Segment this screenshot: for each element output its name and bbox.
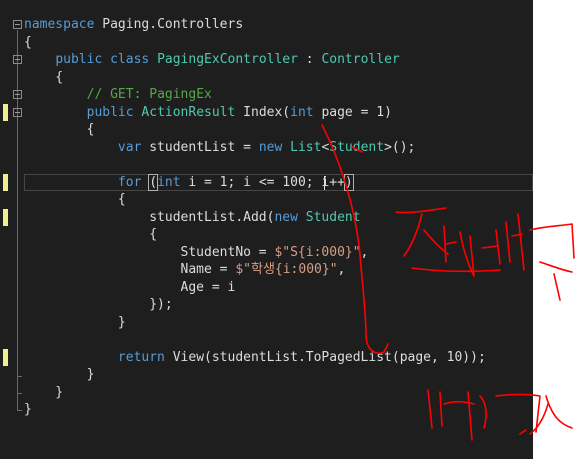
code-token: for: [117, 174, 142, 190]
code-line[interactable]: }: [24, 384, 63, 402]
code-line[interactable]: Age = i: [24, 279, 236, 297]
code-token: PagingExController: [157, 52, 298, 67]
code-line[interactable]: // GET: PagingEx: [24, 86, 212, 104]
code-token: $"학생{i:000}": [235, 262, 338, 277]
code-line[interactable]: for (int i = 1; i <= 100; i++): [24, 173, 354, 192]
code-token: Name =: [24, 262, 236, 277]
change-marker: [3, 173, 8, 191]
change-marker: [3, 208, 8, 226]
class-fold-end: [17, 393, 22, 394]
code-token: Student: [305, 209, 361, 225]
code-line[interactable]: }: [24, 366, 95, 384]
code-token: Controller: [321, 52, 400, 67]
code-line[interactable]: StudentNo = $"S{i:000}",: [24, 244, 369, 262]
code-token: // GET: PagingEx: [86, 87, 212, 102]
code-token: studentList.Add(: [24, 209, 275, 225]
code-token: }: [24, 367, 95, 382]
code-token: :: [297, 52, 322, 67]
code-line[interactable]: }: [24, 401, 32, 419]
code-token: }: [24, 384, 64, 400]
code-line[interactable]: public ActionResult Index(int page = 1): [24, 104, 392, 122]
code-token: Age = i: [24, 279, 236, 295]
code-line[interactable]: namespace Paging.Controllers: [24, 16, 243, 34]
code-token: Student: [329, 139, 385, 155]
code-token: {: [24, 227, 158, 242]
code-editor[interactable]: namespace Paging.Controllers{ public cla…: [0, 0, 533, 459]
change-marker: [3, 103, 8, 121]
change-marker: [3, 348, 8, 366]
method-fold-end: [17, 376, 22, 377]
code-line[interactable]: {: [24, 121, 95, 139]
code-token: public: [86, 104, 134, 120]
code-token: class: [110, 52, 150, 67]
code-token: var: [117, 139, 142, 155]
method-fold-guide: [17, 118, 18, 376]
code-line[interactable]: {: [24, 69, 63, 87]
code-token: }: [24, 402, 32, 417]
text-caret: [324, 176, 325, 190]
code-token: {: [24, 34, 32, 50]
code-token: ): [343, 173, 354, 191]
collapse-class-icon[interactable]: [13, 55, 22, 64]
collapse-namespace-icon[interactable]: [13, 20, 22, 29]
code-token: {: [24, 192, 126, 207]
code-token: $"S{i:000}": [274, 244, 361, 260]
code-token: studentList =: [141, 139, 259, 155]
code-token: Index(: [235, 104, 291, 120]
code-token: (: [148, 173, 159, 191]
code-token: int: [290, 104, 314, 120]
code-token: Paging.Controllers: [94, 17, 244, 32]
code-line[interactable]: var studentList = new List<Student>();: [24, 139, 415, 157]
code-token: return: [117, 349, 165, 365]
code-line[interactable]: {: [24, 34, 32, 52]
change-margin: [0, 0, 10, 459]
code-line[interactable]: studentList.Add(new Student: [24, 209, 361, 227]
code-token: new: [258, 139, 283, 155]
code-token: {: [24, 122, 95, 137]
collapse-comment-icon[interactable]: [13, 90, 22, 99]
code-token: page = 1): [313, 104, 392, 120]
collapse-method-icon[interactable]: [13, 108, 22, 117]
code-token: ,: [360, 244, 369, 260]
code-token: int: [157, 174, 181, 190]
code-token: i = 1; i <= 100; i++: [180, 174, 345, 190]
code-token: namespace: [24, 17, 95, 32]
code-line[interactable]: public class PagingExController : Contro…: [24, 51, 400, 69]
code-token: StudentNo =: [24, 244, 275, 260]
code-line[interactable]: });: [24, 296, 173, 314]
code-line[interactable]: }: [24, 314, 126, 332]
code-line[interactable]: {: [24, 226, 157, 244]
code-token: View(studentList.ToPagedList(page, 10));: [164, 349, 486, 365]
code-token: ,: [337, 262, 346, 277]
code-token: public: [55, 52, 103, 67]
code-line[interactable]: return View(studentList.ToPagedList(page…: [24, 349, 486, 367]
namespace-fold-end: [17, 410, 22, 411]
code-line[interactable]: Name = $"학생{i:000}",: [24, 261, 346, 279]
code-token: >();: [384, 139, 416, 155]
code-token: new: [274, 209, 298, 225]
code-token: {: [24, 69, 64, 85]
code-token: });: [24, 297, 173, 312]
code-token: ActionResult: [141, 104, 236, 120]
code-token: List: [290, 139, 322, 155]
code-line[interactable]: {: [24, 191, 126, 209]
code-token: }: [24, 314, 126, 330]
